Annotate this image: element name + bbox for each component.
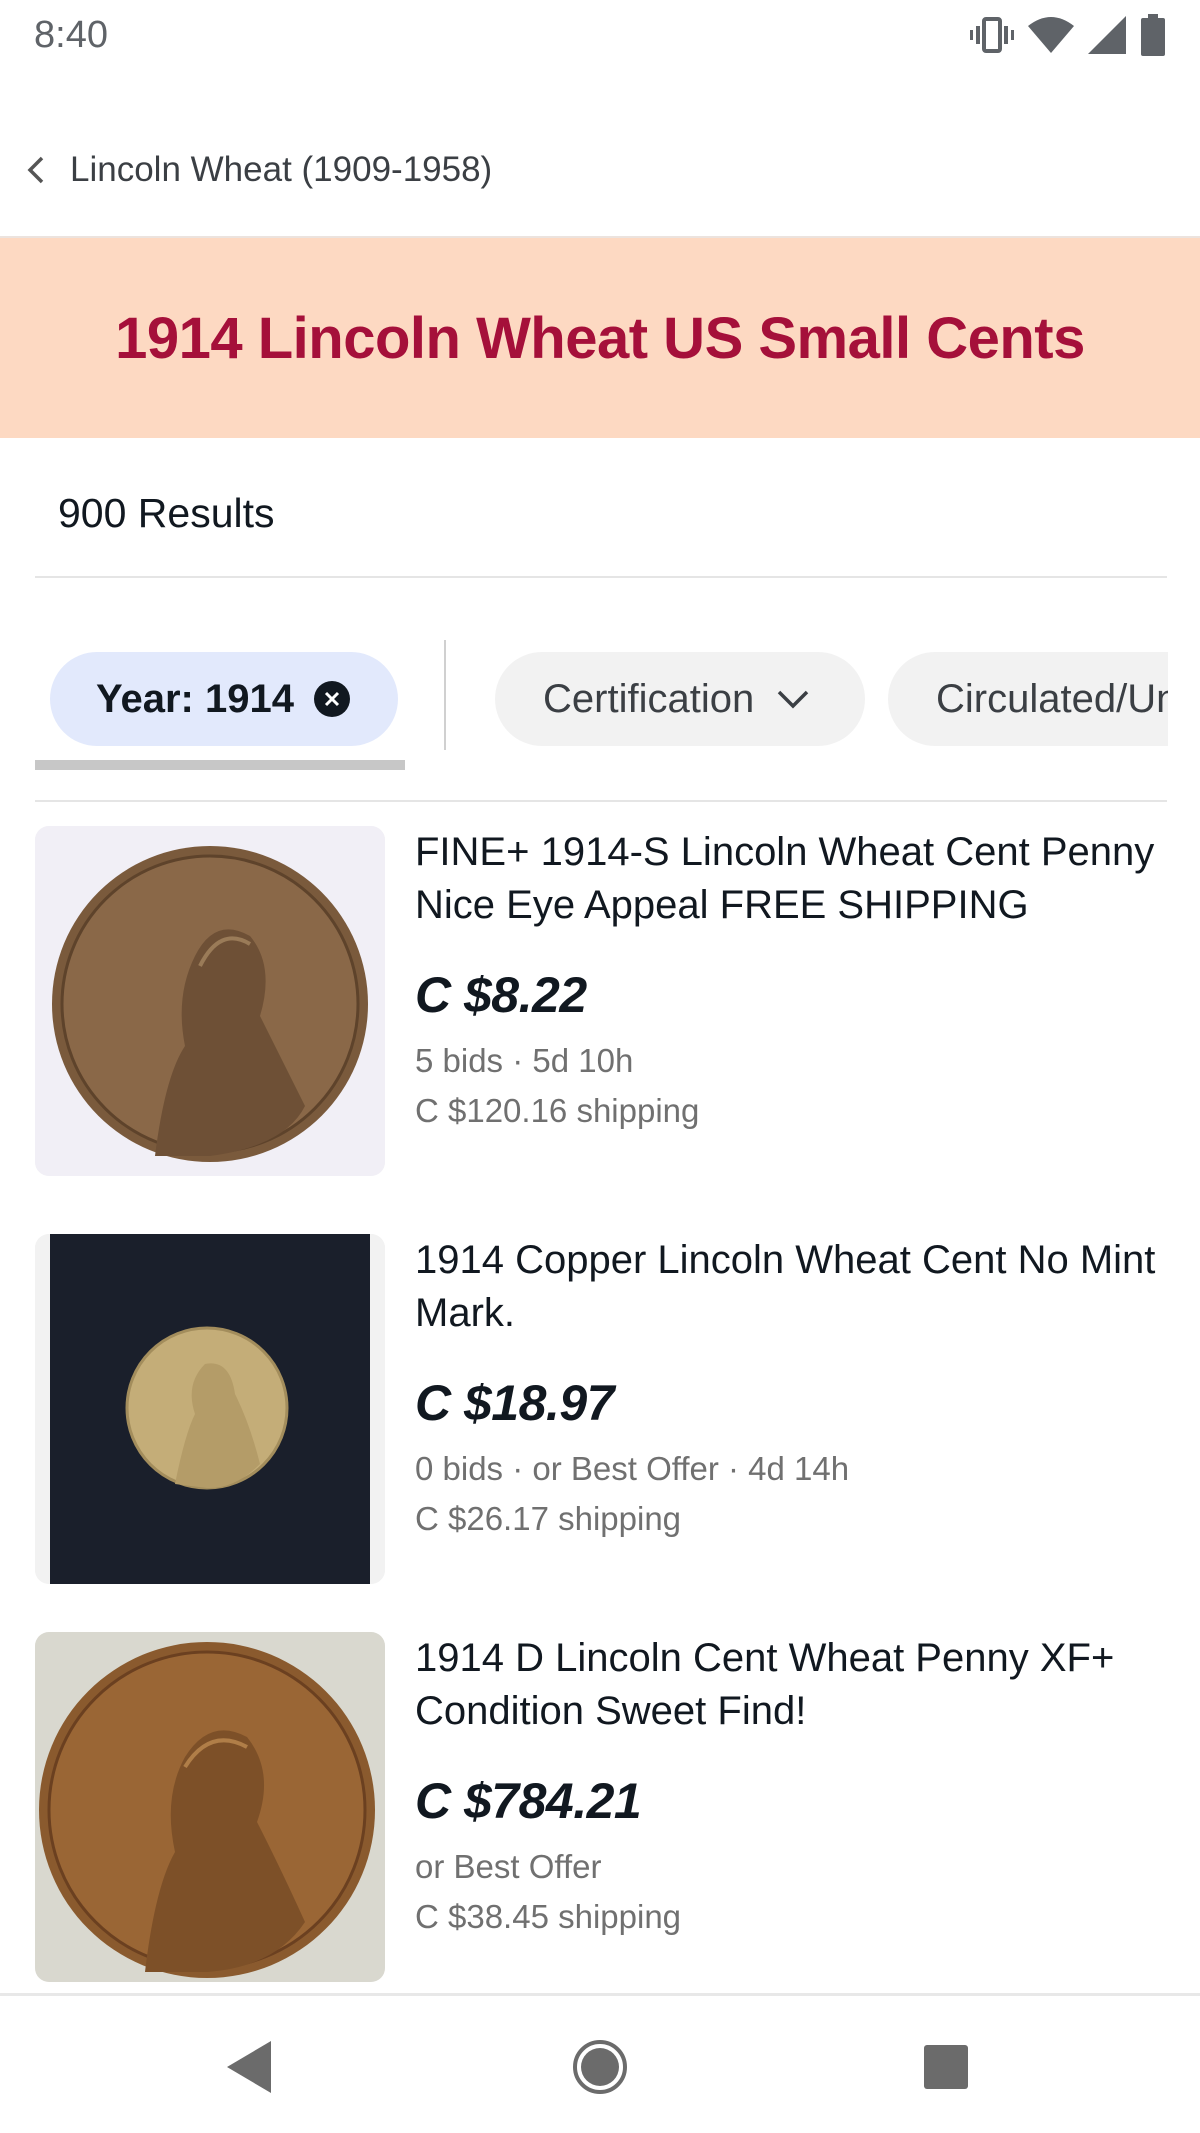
listing-shipping: C $38.45 shipping bbox=[415, 1898, 682, 1935]
status-time: 8:40 bbox=[34, 14, 108, 56]
status-bar: 8:40 bbox=[0, 0, 1200, 72]
filter-chip-certification[interactable]: Certification bbox=[495, 652, 865, 746]
listing-image[interactable] bbox=[35, 1234, 385, 1584]
home-circle-icon[interactable] bbox=[565, 2032, 635, 2102]
filter-chip-label: Circulated/Uncirculated bbox=[936, 676, 1168, 721]
active-filter-label: Year: 1914 bbox=[96, 676, 294, 721]
listing-meta: 5 bids · 5d 10h bbox=[415, 1042, 634, 1079]
results-count: 900 Results bbox=[58, 490, 275, 536]
listing-title[interactable]: 1914 D Lincoln Cent Wheat Penny XF+ Cond… bbox=[415, 1632, 1167, 1738]
filter-chip-label: Certification bbox=[543, 676, 755, 721]
filter-chips: Year: 1914 Certification Circulated/Unci… bbox=[0, 640, 1168, 750]
page-title: 1914 Lincoln Wheat US Small Cents bbox=[115, 305, 1085, 371]
listing-shipping: C $26.17 shipping bbox=[415, 1500, 682, 1537]
screen: { "status_bar": { "time": "8:40", "icons… bbox=[0, 0, 1200, 2133]
listing-image[interactable] bbox=[35, 1632, 385, 1982]
listing-meta: or Best Offer bbox=[415, 1848, 602, 1885]
status-icons bbox=[970, 14, 1166, 56]
listing-price: C $18.97 bbox=[415, 1375, 614, 1431]
listing-title[interactable]: FINE+ 1914-S Lincoln Wheat Cent Penny Ni… bbox=[415, 826, 1167, 932]
listing-price: C $784.21 bbox=[415, 1773, 642, 1829]
recents-square-icon[interactable] bbox=[911, 2032, 981, 2102]
chevron-left-icon[interactable] bbox=[22, 154, 50, 186]
coin-photo bbox=[35, 826, 385, 1176]
chevron-down-icon bbox=[777, 690, 809, 709]
listing-item[interactable]: 1914 Copper Lincoln Wheat Cent No Mint M… bbox=[35, 1234, 1167, 1584]
back-triangle-icon[interactable] bbox=[215, 2032, 285, 2102]
system-nav-bar bbox=[0, 1993, 1200, 2133]
listing-title[interactable]: 1914 Copper Lincoln Wheat Cent No Mint M… bbox=[415, 1234, 1167, 1340]
listing-item[interactable]: 1914 D Lincoln Cent Wheat Penny XF+ Cond… bbox=[35, 1632, 1167, 1982]
listing-meta: 0 bids · or Best Offer · 4d 14h bbox=[415, 1450, 850, 1487]
battery-icon bbox=[1141, 14, 1165, 56]
back-category-link[interactable]: Lincoln Wheat (1909-1958) bbox=[70, 150, 492, 190]
listing-info: 1914 Copper Lincoln Wheat Cent No Mint M… bbox=[415, 1234, 1167, 1540]
vibrate-icon bbox=[970, 17, 1014, 53]
listing-info: FINE+ 1914-S Lincoln Wheat Cent Penny Ni… bbox=[415, 826, 1167, 1132]
category-banner: 1914 Lincoln Wheat US Small Cents bbox=[0, 236, 1200, 438]
coin-photo bbox=[35, 1234, 385, 1584]
wifi-icon bbox=[1028, 17, 1074, 53]
active-filter-chip[interactable]: Year: 1914 bbox=[50, 652, 398, 746]
listing-image[interactable] bbox=[35, 826, 385, 1176]
signal-icon bbox=[1088, 16, 1126, 54]
listing-info: 1914 D Lincoln Cent Wheat Penny XF+ Cond… bbox=[415, 1632, 1167, 1938]
chip-separator bbox=[444, 640, 446, 750]
listing-price: C $8.22 bbox=[415, 967, 587, 1023]
coin-photo bbox=[35, 1632, 385, 1982]
listing-item[interactable]: FINE+ 1914-S Lincoln Wheat Cent Penny Ni… bbox=[35, 826, 1167, 1176]
close-circle-icon[interactable] bbox=[313, 681, 350, 717]
filter-chip-circulated[interactable]: Circulated/Uncirculated bbox=[888, 652, 1168, 746]
listing-shipping: C $120.16 shipping bbox=[415, 1092, 700, 1129]
category-header[interactable]: Lincoln Wheat (1909-1958) bbox=[0, 110, 1200, 232]
divider bbox=[35, 576, 1167, 578]
active-filter-underline bbox=[35, 760, 405, 770]
divider bbox=[35, 800, 1167, 802]
